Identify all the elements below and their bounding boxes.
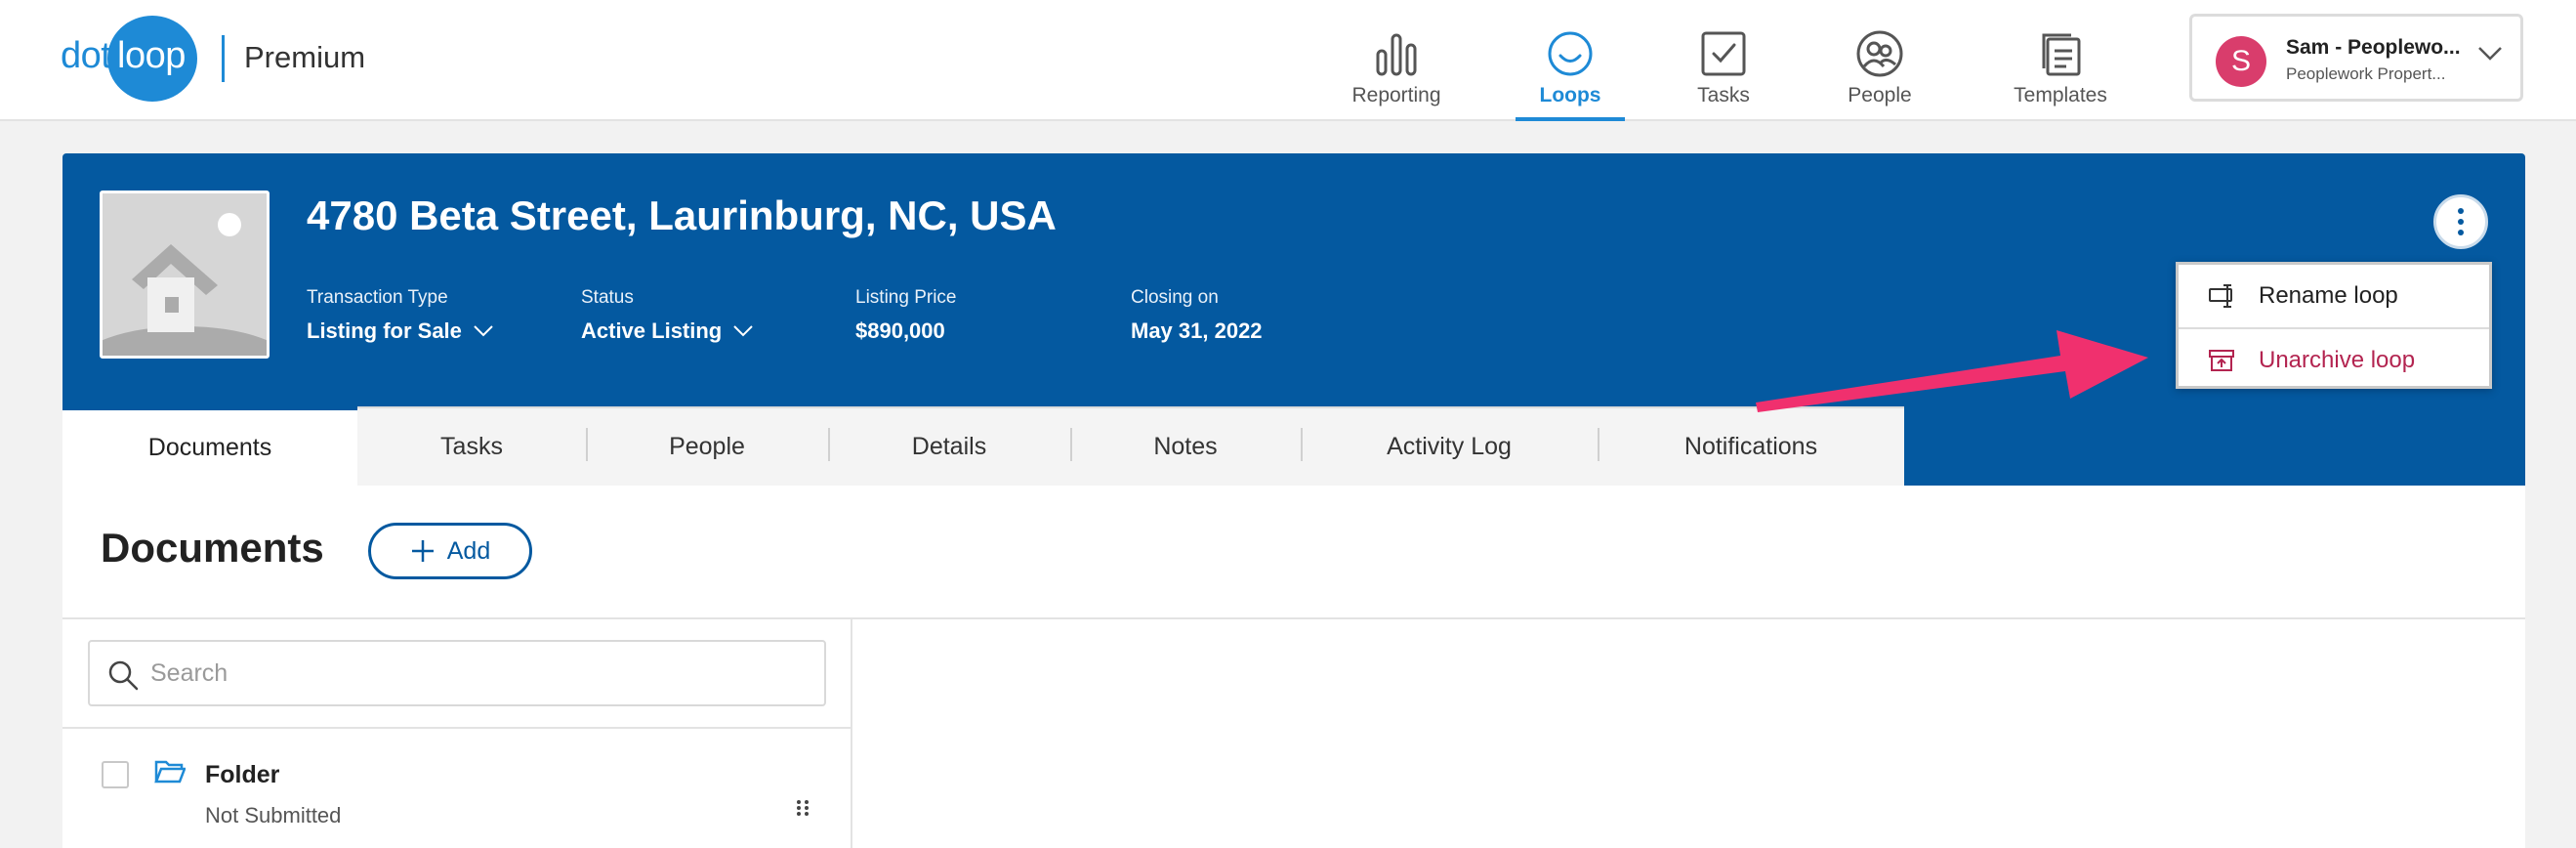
property-photo-placeholder[interactable]: [100, 191, 270, 359]
folder-row[interactable]: Folder Not Submitted: [62, 730, 851, 848]
field-value: Listing for Sale: [307, 318, 462, 343]
chevron-down-icon: [733, 325, 753, 337]
bar-chart-icon: [1376, 33, 1417, 76]
account-organization: Peoplework Propert...: [2286, 64, 2446, 83]
rename-loop-menu-item[interactable]: Rename loop: [2179, 265, 2489, 327]
annotation-arrow: [1756, 330, 2148, 412]
divider: [62, 727, 851, 729]
nav-label: People: [1848, 84, 1912, 106]
unarchive-icon: [2209, 350, 2234, 371]
checkbox-icon: [1701, 31, 1746, 76]
add-button-label: Add: [446, 536, 491, 565]
menu-item-label: Rename loop: [2259, 282, 2398, 309]
field-label: Closing on: [1131, 287, 1219, 308]
listing-price-field: Listing Price $890,000: [855, 287, 957, 344]
nav-people[interactable]: People: [1802, 29, 1958, 121]
tab-details[interactable]: Details: [828, 406, 1070, 486]
nav-label: Reporting: [1351, 84, 1441, 106]
loop-tabs: Documents Tasks People Details Notes Act…: [62, 406, 1904, 486]
folder-status: Not Submitted: [205, 803, 342, 827]
folder-checkbox[interactable]: [102, 761, 129, 788]
transaction-type-field[interactable]: Transaction Type Listing for Sale: [307, 287, 493, 344]
field-value: Active Listing: [581, 318, 723, 343]
folder-name: Folder: [205, 761, 280, 788]
unarchive-loop-menu-item[interactable]: Unarchive loop: [2179, 329, 2489, 392]
tab-tasks[interactable]: Tasks: [357, 406, 586, 486]
logo-dot-text: dot: [61, 35, 111, 76]
column-divider: [851, 619, 852, 848]
loop-options-menu: Rename loop Unarchive loop: [2176, 262, 2492, 389]
field-label: Transaction Type: [307, 287, 448, 308]
closing-date-field: Closing on May 31, 2022: [1131, 287, 1263, 344]
menu-item-label: Unarchive loop: [2259, 347, 2416, 373]
tab-activity-log[interactable]: Activity Log: [1301, 406, 1598, 486]
nav-label: Templates: [2014, 84, 2107, 106]
people-icon: [1856, 30, 1903, 77]
tab-notes[interactable]: Notes: [1070, 406, 1301, 486]
tab-people[interactable]: People: [586, 406, 828, 486]
add-document-button[interactable]: Add: [368, 523, 532, 579]
logo-separator: [222, 35, 225, 82]
chevron-down-icon: [2478, 47, 2502, 61]
nav-templates[interactable]: Templates: [1982, 29, 2139, 121]
nav-loops[interactable]: Loops: [1492, 29, 1648, 121]
account-name: Sam - Peoplewo...: [2286, 36, 2461, 59]
tab-documents[interactable]: Documents: [62, 406, 357, 486]
avatar: S: [2216, 36, 2266, 87]
nav-label: Loops: [1539, 84, 1601, 106]
loops-icon: [1548, 31, 1593, 76]
drag-handle-icon[interactable]: [795, 798, 810, 818]
more-options-button[interactable]: [2433, 194, 2488, 249]
loop-title: 4780 Beta Street, Laurinburg, NC, USA: [307, 192, 1057, 238]
status-field[interactable]: Status Active Listing: [581, 287, 753, 344]
field-value: May 31, 2022: [1131, 318, 1263, 343]
house-icon: [103, 193, 267, 356]
plus-icon: [411, 540, 434, 562]
plan-name: Premium: [244, 40, 366, 74]
field-label: Listing Price: [855, 287, 957, 308]
nav-tasks[interactable]: Tasks: [1645, 29, 1802, 121]
templates-icon: [2042, 33, 2081, 76]
field-label: Status: [581, 287, 634, 308]
folder-icon: [154, 760, 186, 784]
account-dropdown[interactable]: S Sam - Peoplewo... Peoplework Propert..…: [2189, 14, 2523, 102]
vertical-dots-icon: [2458, 208, 2464, 235]
chevron-down-icon: [474, 325, 493, 337]
documents-panel: Documents Add Folder Not Submitted: [62, 486, 2525, 848]
logo-loop-text: loop: [117, 35, 186, 76]
field-value: $890,000: [855, 318, 945, 343]
divider: [62, 617, 2525, 619]
top-navigation-bar: dot loop Premium Reporting Loops Tasks P…: [0, 0, 2576, 121]
search-icon: [108, 660, 139, 691]
search-input[interactable]: [150, 644, 814, 702]
nav-label: Tasks: [1697, 84, 1750, 106]
rename-icon: [2209, 284, 2232, 308]
document-search[interactable]: [88, 640, 826, 706]
nav-reporting[interactable]: Reporting: [1318, 29, 1475, 121]
page-title: Documents: [101, 525, 324, 571]
dotloop-logo[interactable]: dot loop: [61, 16, 207, 102]
